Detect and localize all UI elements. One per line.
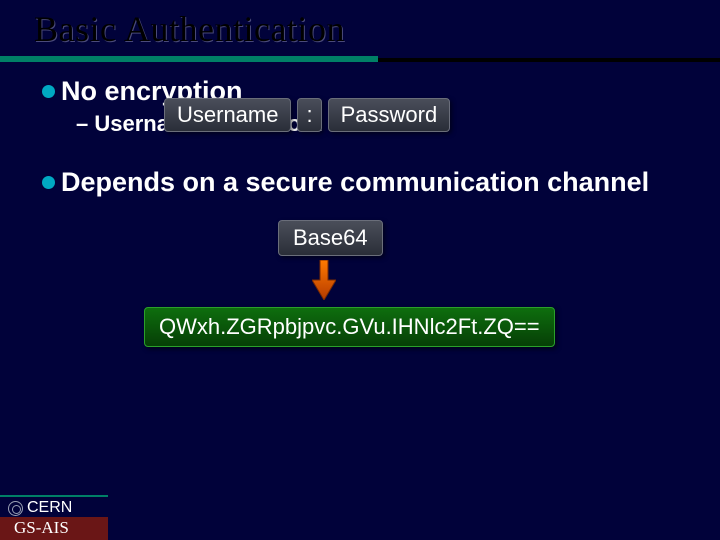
bullet-text: Depends on a secure communication channe… — [61, 167, 649, 197]
footer-badge: CERN GS-AIS — [0, 495, 108, 540]
slide-title: Basic Authentication — [34, 8, 720, 50]
cern-logo-icon — [8, 501, 23, 516]
base64-label-box: Base64 — [278, 220, 383, 256]
bullet-dot-icon — [42, 176, 55, 189]
bullet-depends: Depends on a secure communication channe… — [42, 167, 700, 198]
password-pill: Password — [328, 98, 451, 132]
slide-content: No encryption – Username / Password 'enc… — [0, 62, 720, 198]
footer-dept: GS-AIS — [0, 517, 108, 540]
credential-pill-row: Username : Password — [164, 98, 450, 132]
title-bar: Basic Authentication — [0, 0, 720, 50]
arrow-down-icon — [312, 260, 336, 300]
footer-org: CERN — [27, 499, 72, 517]
footer-org-row: CERN — [0, 495, 108, 517]
title-rule-accent — [0, 56, 378, 62]
encoded-output-box: QWxh.ZGRpbjpvc.GVu.IHNlc2Ft.ZQ== — [144, 307, 555, 347]
username-pill: Username — [164, 98, 291, 132]
bullet-dot-icon — [42, 85, 55, 98]
colon-pill: : — [297, 98, 321, 132]
